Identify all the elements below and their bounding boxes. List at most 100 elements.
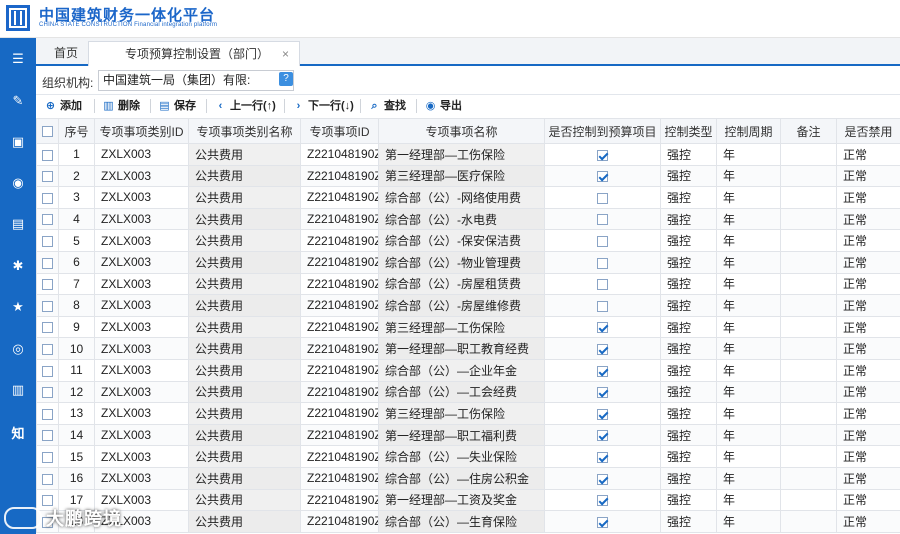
category-name[interactable]: 公共费用 [188, 466, 301, 490]
control-period[interactable]: 年 [716, 358, 781, 382]
disabled-status[interactable]: 正常 [836, 143, 900, 166]
category-id[interactable]: ZXLX003 [94, 229, 189, 252]
category-id[interactable]: ZXLX003 [94, 402, 189, 425]
control-period[interactable]: 年 [716, 488, 781, 512]
note[interactable] [780, 488, 837, 512]
item-id[interactable]: Z221048190ZX [300, 186, 379, 209]
save-button[interactable]: ▤ 保存 [158, 98, 196, 114]
row-number[interactable]: 7 [58, 272, 95, 296]
disabled-status[interactable]: 正常 [836, 358, 900, 382]
close-icon[interactable]: × [282, 42, 289, 66]
item-name[interactable]: 综合部（公）-网络使用费 [378, 186, 545, 209]
row-select-cell[interactable] [36, 402, 59, 425]
budget-control-cell[interactable] [544, 337, 661, 360]
category-id[interactable]: ZXLX003 [94, 358, 189, 382]
column-header[interactable]: 专项事项类别ID [94, 118, 189, 144]
note[interactable] [780, 466, 837, 490]
budget-control-cell[interactable] [544, 207, 661, 231]
control-type[interactable]: 强控 [660, 294, 717, 317]
control-period[interactable]: 年 [716, 337, 781, 360]
search-button[interactable]: ⌕ 查找 [368, 98, 406, 114]
row-select-cell[interactable] [36, 164, 59, 188]
budget-control-cell[interactable] [544, 315, 661, 339]
table-row[interactable]: 7ZXLX003公共费用Z221048190ZX综合部（公）-房屋租赁费 强控年 正… [36, 272, 900, 296]
column-header[interactable]: 专项事项ID [300, 118, 379, 144]
budget-control-cell[interactable] [544, 164, 661, 188]
category-name[interactable]: 公共费用 [188, 143, 301, 166]
item-id[interactable]: Z221048190ZX [300, 380, 379, 404]
disabled-status[interactable]: 正常 [836, 402, 900, 425]
table-row[interactable]: 16ZXLX003公共费用Z221048190ZX综合部（公）—住房公积金 强控年… [36, 466, 900, 490]
item-name[interactable]: 综合部（公）-物业管理费 [378, 250, 545, 274]
item-id[interactable]: Z221048190ZX [300, 272, 379, 296]
control-type[interactable]: 强控 [660, 207, 717, 231]
column-header[interactable]: 序号 [58, 118, 95, 144]
item-name[interactable]: 第一经理部—工资及奖金 [378, 488, 545, 512]
disabled-status[interactable]: 正常 [836, 466, 900, 490]
note[interactable] [780, 423, 837, 447]
budget-control-checkbox[interactable] [597, 516, 608, 528]
item-name[interactable]: 综合部（公）—生育保险 [378, 510, 545, 533]
row-number[interactable]: 9 [58, 315, 95, 339]
budget-control-checkbox[interactable] [597, 279, 608, 291]
item-name[interactable]: 第三经理部—医疗保险 [378, 164, 545, 188]
column-header[interactable]: 控制周期 [716, 118, 781, 144]
table-row[interactable]: 8ZXLX003公共费用Z221048190ZX综合部（公）-房屋维修费 强控年 正… [36, 294, 900, 317]
item-name[interactable]: 综合部（公）—企业年金 [378, 358, 545, 382]
item-name[interactable]: 综合部（公）-房屋租赁费 [378, 272, 545, 296]
star-icon[interactable]: ★ [9, 298, 27, 316]
row-select-cell[interactable] [36, 315, 59, 339]
item-id[interactable]: Z221048190ZX [300, 229, 379, 252]
note[interactable] [780, 229, 837, 252]
table-row[interactable]: 14ZXLX003公共费用Z221048190ZX第一经理部—职工福利费 强控年 正… [36, 423, 900, 447]
row-number[interactable]: 16 [58, 466, 95, 490]
item-id[interactable]: Z221048190ZX [300, 164, 379, 188]
row-select-checkbox[interactable] [42, 236, 53, 247]
budget-control-cell[interactable] [544, 423, 661, 447]
item-name[interactable]: 第三经理部—工伤保险 [378, 315, 545, 339]
budget-control-checkbox[interactable] [597, 495, 608, 507]
row-select-cell[interactable] [36, 207, 59, 231]
control-period[interactable]: 年 [716, 143, 781, 166]
table-row[interactable]: 3ZXLX003公共费用Z221048190ZX综合部（公）-网络使用费 强控年 正… [36, 186, 900, 209]
control-period[interactable]: 年 [716, 250, 781, 274]
item-id[interactable]: Z221048190ZX [300, 337, 379, 360]
item-id[interactable]: Z221048190ZX [300, 466, 379, 490]
budget-control-checkbox[interactable] [597, 171, 608, 183]
row-select-cell[interactable] [36, 445, 59, 468]
category-name[interactable]: 公共费用 [188, 510, 301, 533]
select-all-checkbox[interactable] [36, 118, 59, 144]
item-name[interactable]: 综合部（公）—失业保险 [378, 445, 545, 468]
next-row-button[interactable]: › 下一行(↓) [292, 98, 354, 114]
note[interactable] [780, 380, 837, 404]
row-number[interactable]: 6 [58, 250, 95, 274]
category-name[interactable]: 公共费用 [188, 423, 301, 447]
add-button[interactable]: ⊕ 添加 [44, 98, 82, 114]
budget-control-checkbox[interactable] [597, 473, 608, 485]
row-select-checkbox[interactable] [42, 451, 53, 463]
delete-button[interactable]: ▥ 删除 [102, 98, 140, 114]
budget-control-cell[interactable] [544, 143, 661, 166]
control-type[interactable]: 强控 [660, 315, 717, 339]
category-id[interactable]: ZXLX003 [94, 466, 189, 490]
control-period[interactable]: 年 [716, 294, 781, 317]
category-id[interactable]: ZXLX003 [94, 380, 189, 404]
row-select-cell[interactable] [36, 186, 59, 209]
item-id[interactable]: Z221048190ZX [300, 315, 379, 339]
category-id[interactable]: ZXLX003 [94, 272, 189, 296]
budget-control-cell[interactable] [544, 488, 661, 512]
control-type[interactable]: 强控 [660, 229, 717, 252]
category-name[interactable]: 公共费用 [188, 272, 301, 296]
org-input[interactable]: 中国建筑一局（集团）有限: [98, 70, 294, 91]
disabled-status[interactable]: 正常 [836, 510, 900, 533]
row-number[interactable]: 10 [58, 337, 95, 360]
item-name[interactable]: 综合部（公）-保安保洁费 [378, 229, 545, 252]
row-select-checkbox[interactable] [42, 387, 53, 399]
table-row[interactable]: 5ZXLX003公共费用Z221048190ZX综合部（公）-保安保洁费 强控年 正… [36, 229, 900, 252]
item-id[interactable]: Z221048190ZX [300, 294, 379, 317]
tab-budget-control[interactable]: 专项预算控制设置（部门） × [88, 41, 300, 66]
control-period[interactable]: 年 [716, 186, 781, 209]
category-name[interactable]: 公共费用 [188, 445, 301, 468]
row-number[interactable]: 4 [58, 207, 95, 231]
note[interactable] [780, 164, 837, 188]
